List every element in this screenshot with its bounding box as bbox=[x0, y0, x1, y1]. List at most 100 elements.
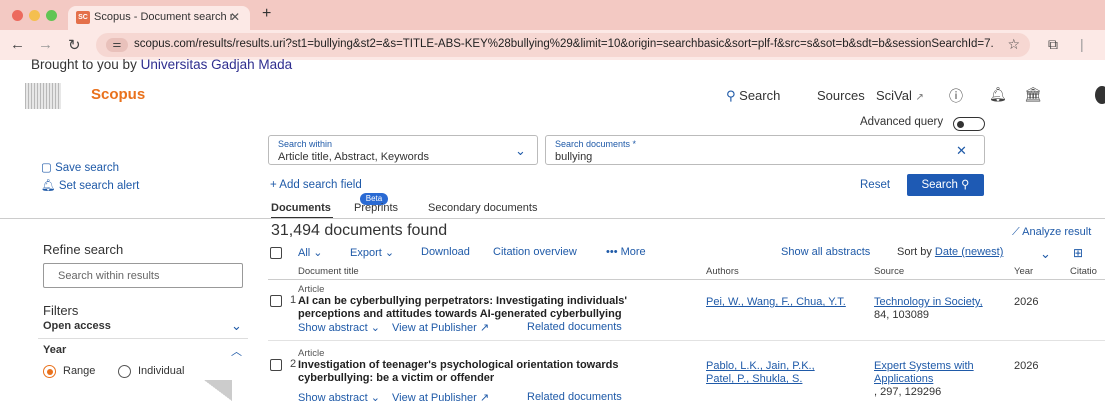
view-at-publisher-link[interactable]: View at Publisher ↗ bbox=[392, 321, 489, 334]
authors-link[interactable]: Pablo, L.K., Jain, P.K., bbox=[706, 360, 815, 373]
view-publisher-label: View at Publisher bbox=[392, 322, 477, 334]
tab-preprints[interactable]: Preprints bbox=[354, 202, 398, 214]
year-filter[interactable]: Year bbox=[43, 344, 66, 356]
view-at-publisher-link[interactable]: View at Publisher ↗ bbox=[392, 391, 489, 404]
search-icon: ⚲ bbox=[726, 88, 736, 103]
site-settings-icon[interactable]: ⚌ bbox=[106, 38, 128, 52]
source-link[interactable]: Expert Systems with bbox=[874, 360, 974, 373]
bookmark-icon: ▢ bbox=[41, 162, 52, 174]
year-value: 2026 bbox=[1014, 296, 1039, 308]
chevron-down-icon[interactable]: ⌄ bbox=[231, 318, 242, 334]
advanced-query-toggle[interactable] bbox=[953, 117, 985, 131]
chevron-up-icon[interactable]: ︿ bbox=[231, 343, 242, 359]
related-documents-link[interactable]: Related documents bbox=[527, 321, 622, 333]
institution-link[interactable]: Universitas Gadjah Mada bbox=[141, 57, 293, 72]
document-title-link[interactable]: AI can be cyberbullying perpetrators: In… bbox=[298, 295, 708, 321]
show-abstract-label: Show abstract bbox=[298, 322, 368, 334]
chevron-down-icon[interactable]: ⌄ bbox=[1040, 246, 1051, 262]
search-documents-field[interactable]: Search documents * bullying ✕ bbox=[545, 135, 985, 165]
more-button[interactable]: ••• More bbox=[606, 246, 646, 258]
search-within-results-input[interactable]: Search within results bbox=[43, 263, 243, 288]
tab-documents[interactable]: Documents bbox=[271, 202, 331, 214]
elsevier-logo[interactable] bbox=[25, 83, 61, 109]
close-window-dot[interactable] bbox=[12, 10, 23, 21]
nav-sources[interactable]: Sources bbox=[817, 88, 865, 103]
table-view-icon[interactable]: ⊞ bbox=[1073, 246, 1083, 260]
year-value: 2026 bbox=[1014, 360, 1039, 372]
related-documents-link[interactable]: Related documents bbox=[527, 391, 622, 403]
scopus-favicon-icon: SC bbox=[76, 11, 90, 24]
search-within-select[interactable]: Search within Article title, Abstract, K… bbox=[268, 135, 538, 165]
institution-icon[interactable]: 🏛︎ bbox=[1024, 86, 1042, 103]
save-search-link[interactable]: ▢ Save search bbox=[41, 160, 119, 174]
range-label: Range bbox=[63, 365, 96, 377]
select-all-dropdown[interactable]: All ⌄ bbox=[298, 246, 323, 259]
search-button[interactable]: Search ⚲ bbox=[907, 174, 984, 196]
menu-divider: | bbox=[1080, 36, 1084, 52]
search-within-value: Article title, Abstract, Keywords bbox=[278, 151, 429, 163]
authors-link[interactable]: Pei, W., Wang, F., Chua, Y.T. bbox=[706, 296, 846, 309]
show-abstract-button[interactable]: Show abstract ⌄ bbox=[298, 321, 380, 334]
scopus-brand[interactable]: Scopus bbox=[91, 86, 145, 103]
individual-radio[interactable] bbox=[118, 365, 131, 378]
extensions-icon[interactable]: ⧉ bbox=[1048, 36, 1058, 53]
row-checkbox[interactable] bbox=[270, 295, 282, 307]
set-alert-label: Set search alert bbox=[58, 180, 140, 192]
authors-link[interactable]: Patel, P., Shukla, S. bbox=[706, 373, 802, 386]
chevron-down-icon: ⌄ bbox=[384, 247, 395, 259]
sort-control[interactable]: Sort by Date (newest) bbox=[897, 246, 1003, 258]
minimize-window-dot[interactable] bbox=[29, 10, 40, 21]
show-abstract-label: Show abstract bbox=[298, 392, 368, 404]
reload-icon[interactable]: ↻ bbox=[68, 36, 81, 54]
bell-icon[interactable]: 🔔︎ bbox=[989, 86, 1007, 103]
search-icon: ⚲ bbox=[961, 179, 970, 191]
institution-banner: Brought to you by Universitas Gadjah Mad… bbox=[31, 57, 292, 72]
document-type: Article bbox=[298, 348, 325, 359]
analyze-label: Analyze result bbox=[1022, 226, 1092, 238]
back-icon[interactable]: ← bbox=[10, 36, 25, 53]
citation-overview-button[interactable]: Citation overview bbox=[493, 246, 577, 258]
export-label: Export bbox=[350, 247, 382, 259]
bookmark-star-icon[interactable]: ☆ bbox=[1007, 36, 1020, 53]
add-search-field-link[interactable]: + Add search field bbox=[270, 179, 362, 191]
all-label: All bbox=[298, 247, 311, 259]
browser-tab[interactable]: SC Scopus - Document search r ✕ bbox=[68, 6, 250, 30]
tab-secondary-documents[interactable]: Secondary documents bbox=[428, 202, 537, 214]
reset-button[interactable]: Reset bbox=[860, 179, 890, 191]
source-link[interactable]: Applications bbox=[874, 373, 933, 386]
source-detail: 84, 103089 bbox=[874, 309, 930, 321]
sort-by-label: Sort by bbox=[897, 246, 932, 258]
new-tab-icon[interactable]: + bbox=[262, 5, 271, 23]
download-button[interactable]: Download bbox=[421, 246, 470, 258]
col-source: Source bbox=[874, 266, 905, 277]
help-icon[interactable]: ⓘ bbox=[949, 86, 963, 106]
filters-heading: Filters bbox=[43, 303, 79, 318]
browser-tab-strip: SC Scopus - Document search r ✕ + bbox=[0, 0, 1105, 30]
forward-icon[interactable]: → bbox=[38, 36, 53, 53]
maximize-window-dot[interactable] bbox=[46, 10, 57, 21]
close-tab-icon[interactable]: ✕ bbox=[230, 10, 240, 24]
trend-icon: ⟋ bbox=[1012, 226, 1020, 238]
source-link[interactable]: Technology in Society, bbox=[874, 296, 983, 309]
analyze-results-link[interactable]: ⟋ Analyze result bbox=[1012, 226, 1091, 239]
show-all-abstracts-button[interactable]: Show all abstracts bbox=[781, 246, 870, 258]
set-alert-link[interactable]: 🔔︎ Set search alert bbox=[41, 178, 139, 192]
open-access-filter[interactable]: Open access bbox=[43, 320, 111, 332]
nav-search[interactable]: ⚲ Search bbox=[726, 88, 780, 104]
advanced-query-label: Advanced query bbox=[860, 116, 944, 128]
avatar[interactable] bbox=[1095, 86, 1105, 104]
view-publisher-label: View at Publisher bbox=[392, 392, 477, 404]
show-abstract-button[interactable]: Show abstract ⌄ bbox=[298, 391, 380, 404]
range-radio[interactable] bbox=[43, 365, 56, 378]
select-all-checkbox[interactable] bbox=[270, 247, 282, 259]
nav-scival[interactable]: SciVal ↗ bbox=[876, 88, 924, 103]
url-field[interactable]: ⚌ scopus.com/results/results.uri?st1=bul… bbox=[96, 33, 1030, 57]
row-divider bbox=[268, 340, 1105, 341]
header-divider bbox=[268, 279, 1105, 280]
document-title-link[interactable]: Investigation of teenager's psychologica… bbox=[298, 359, 708, 385]
clear-icon[interactable]: ✕ bbox=[956, 143, 967, 159]
row-checkbox[interactable] bbox=[270, 359, 282, 371]
export-dropdown[interactable]: Export ⌄ bbox=[350, 246, 394, 259]
divider bbox=[38, 338, 248, 339]
chevron-down-icon: ⌄ bbox=[370, 392, 380, 404]
